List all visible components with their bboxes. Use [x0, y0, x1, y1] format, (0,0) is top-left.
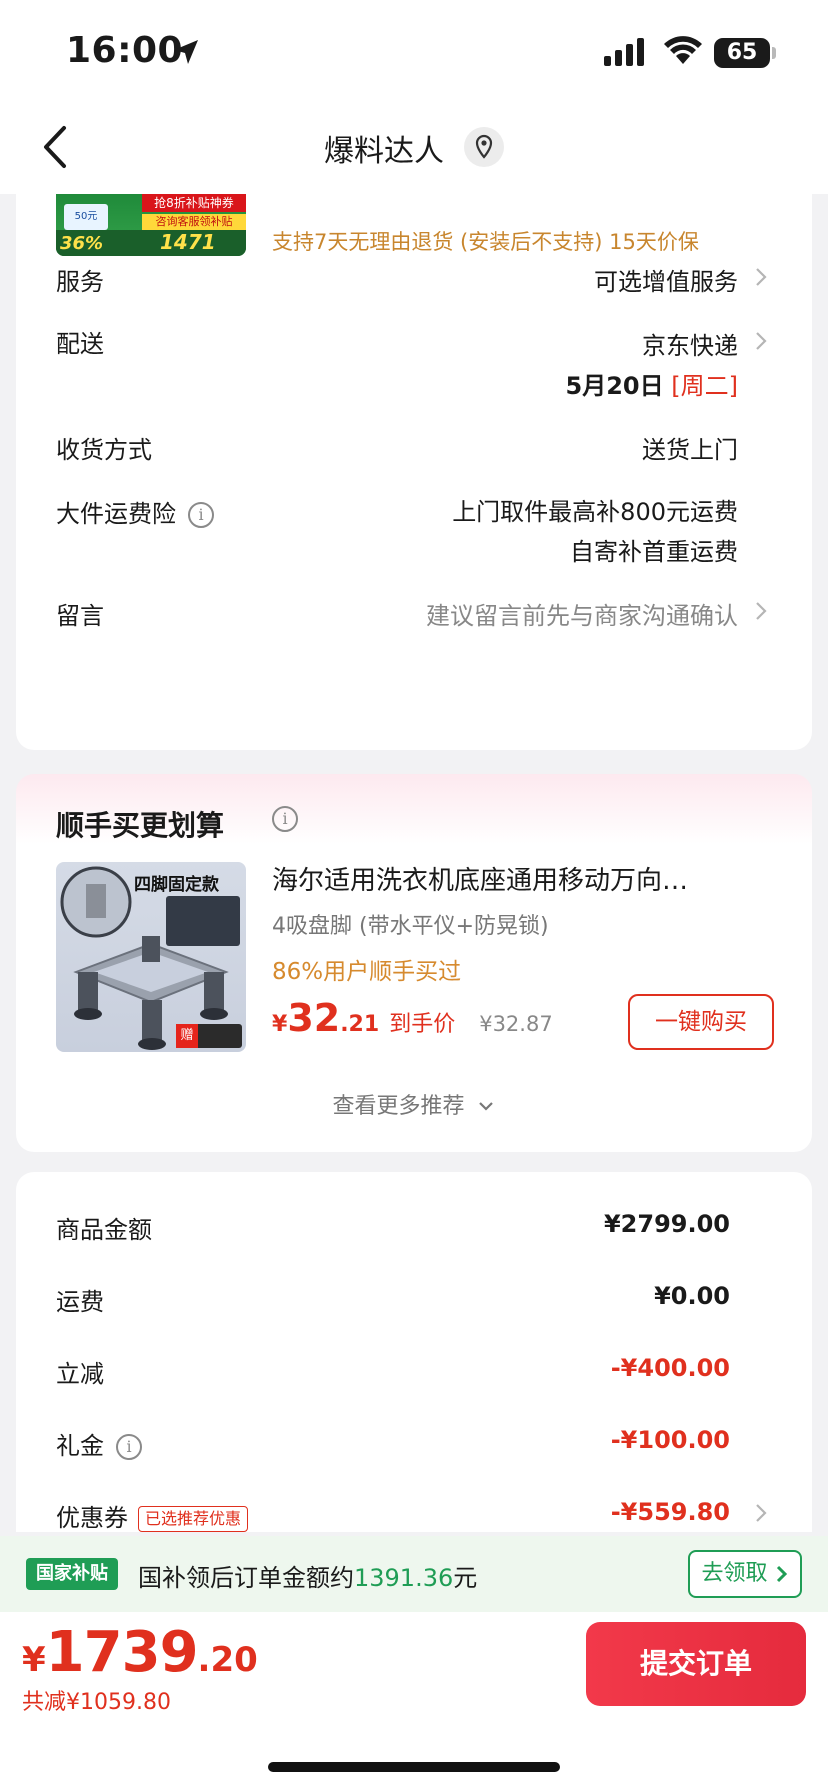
gift-value: -¥100.00	[610, 1426, 730, 1454]
delivery-label: 配送	[56, 330, 104, 358]
order-info-card: 抢8折补贴神券 咨询客服领补贴 50元 36% 1471 支持7天无理由退货 (…	[16, 194, 812, 750]
delivery-date-text: 5月20日	[565, 372, 664, 400]
product-price: ¥32.21 到手价 ¥32.87	[272, 996, 553, 1040]
home-indicator[interactable]	[268, 1762, 560, 1772]
claim-subsidy-button[interactable]: 去领取	[688, 1550, 802, 1598]
delivery-date: 5月20日 [周二]	[566, 366, 738, 401]
promo-tag-service: 咨询客服领补贴	[142, 214, 246, 230]
battery-cap	[772, 47, 776, 59]
delivery-value[interactable]: 京东快递	[642, 326, 738, 361]
total-currency: ¥	[22, 1640, 46, 1680]
location-arrow-icon	[174, 40, 198, 64]
total-price: ¥1739.20	[22, 1620, 258, 1685]
receive-method-label: 收货方式	[56, 436, 152, 464]
price-integer: 32	[287, 996, 341, 1040]
receive-method-value: 送货上门	[642, 436, 738, 464]
signal-icon	[604, 38, 644, 66]
discount-value: -¥400.00	[610, 1354, 730, 1382]
product-image[interactable]: 四脚固定款 赠	[56, 862, 246, 1052]
chevron-right-icon[interactable]	[754, 266, 768, 288]
page-title: 爆料达人	[324, 134, 444, 169]
message-label: 留言	[56, 602, 104, 630]
shipping-label: 运费	[56, 1288, 104, 1316]
insurance-line1: 上门取件最高补800元运费	[452, 498, 738, 526]
delivery-weekday: [周二]	[671, 372, 738, 400]
info-icon[interactable]: i	[272, 806, 298, 832]
coupon-label-text: 优惠券	[56, 1504, 128, 1532]
coupon-value[interactable]: -¥559.80	[611, 1498, 730, 1526]
subsidy-text: 国补领后订单金额约1391.36元	[138, 1558, 477, 1593]
amount-summary-card: 商品金额 ¥2799.00 运费 ¥0.00 立减 -¥400.00 礼金 i -…	[16, 1172, 812, 1532]
more-recommend-label: 查看更多推荐	[332, 1094, 465, 1119]
service-value[interactable]: 可选增值服务	[594, 262, 738, 297]
battery-icon: 65	[714, 38, 770, 68]
recommend-title: 顺手买更划算	[56, 809, 225, 842]
return-policy-note: 支持7天无理由退货 (安装后不支持) 15天价保	[272, 230, 699, 254]
price-decimal: .21	[340, 1012, 380, 1037]
shipping-value: ¥0.00	[654, 1282, 730, 1310]
gift-badge: 赠	[176, 1024, 242, 1048]
coupon-tag: 已选推荐优惠	[138, 1506, 249, 1532]
total-decimal: .20	[197, 1640, 258, 1680]
service-label: 服务	[56, 268, 104, 296]
price-tag: 到手价	[389, 1012, 456, 1037]
original-price: ¥32.87	[479, 1012, 553, 1036]
chevron-right-icon[interactable]	[754, 1502, 768, 1524]
discount-label: 立减	[56, 1360, 104, 1388]
total-saved: 共减¥1059.80	[22, 1690, 171, 1715]
submit-order-button[interactable]: 提交订单	[586, 1622, 806, 1706]
chevron-right-icon[interactable]	[754, 600, 768, 622]
price-currency: ¥	[272, 1012, 288, 1037]
chevron-right-icon	[776, 1565, 787, 1583]
more-recommend-link[interactable]: 查看更多推荐	[16, 1088, 812, 1120]
one-click-buy-button[interactable]: 一键购买	[628, 994, 774, 1050]
claim-subsidy-label: 去领取	[701, 1561, 768, 1586]
gift-badge-label: 赠	[176, 1024, 198, 1048]
status-time: 16:00	[66, 30, 184, 71]
product-bought-stat: 86%用户顺手买过	[272, 959, 462, 985]
promo-percent: 36%	[60, 233, 104, 254]
info-icon[interactable]: i	[188, 502, 214, 528]
location-pin-icon	[475, 134, 493, 159]
subsidy-text-prefix: 国补领后订单金额约	[138, 1564, 354, 1592]
subsidy-promo-image[interactable]: 抢8折补贴神券 咨询客服领补贴 50元 36% 1471	[56, 194, 246, 256]
insurance-label-text: 大件运费险	[56, 500, 176, 528]
insurance-label: 大件运费险 i	[56, 494, 214, 529]
product-image-title: 四脚固定款	[134, 875, 219, 895]
insurance-line2: 自寄补首重运费	[570, 538, 738, 566]
product-name[interactable]: 海尔适用洗衣机底座通用移动万向…	[272, 860, 772, 897]
gift-label: 礼金 i	[56, 1426, 142, 1461]
subsidy-text-suffix: 元	[453, 1564, 478, 1592]
subsidy-amount: 1391.36	[354, 1564, 454, 1592]
location-pin-button[interactable]	[464, 127, 504, 167]
chevron-down-icon	[478, 1102, 493, 1111]
wifi-icon	[664, 36, 702, 64]
product-subtitle: 4吸盘脚 (带水平仪+防晃锁)	[272, 914, 549, 939]
recommend-card: 顺手买更划算 i 四脚固定款 赠 海尔适用洗衣机底座通用移动万向… 4吸盘脚 (…	[16, 774, 812, 1152]
status-bar: 16:00 65	[0, 0, 828, 100]
message-input[interactable]: 建议留言前先与商家沟通确认	[426, 596, 738, 631]
promo-tag-top: 抢8折补贴神券	[142, 194, 246, 212]
goods-amount-value: ¥2799.00	[603, 1210, 730, 1238]
total-integer: 1739	[45, 1620, 199, 1685]
chevron-right-icon[interactable]	[754, 330, 768, 352]
promo-amount: 1471	[160, 230, 216, 254]
nav-bar: 爆料达人	[0, 100, 828, 194]
promo-box: 50元	[64, 204, 108, 230]
coupon-label[interactable]: 优惠券 已选推荐优惠	[56, 1498, 249, 1533]
gift-label-text: 礼金	[56, 1432, 104, 1460]
info-icon[interactable]: i	[116, 1434, 142, 1460]
national-subsidy-banner: 国家补贴 国补领后订单金额约1391.36元 去领取	[0, 1536, 828, 1612]
product-spec-badge	[166, 896, 240, 946]
goods-amount-label: 商品金额	[56, 1216, 152, 1244]
checkout-bar: ¥1739.20 共减¥1059.80 提交订单	[0, 1612, 828, 1792]
subsidy-badge: 国家补贴	[26, 1558, 118, 1590]
